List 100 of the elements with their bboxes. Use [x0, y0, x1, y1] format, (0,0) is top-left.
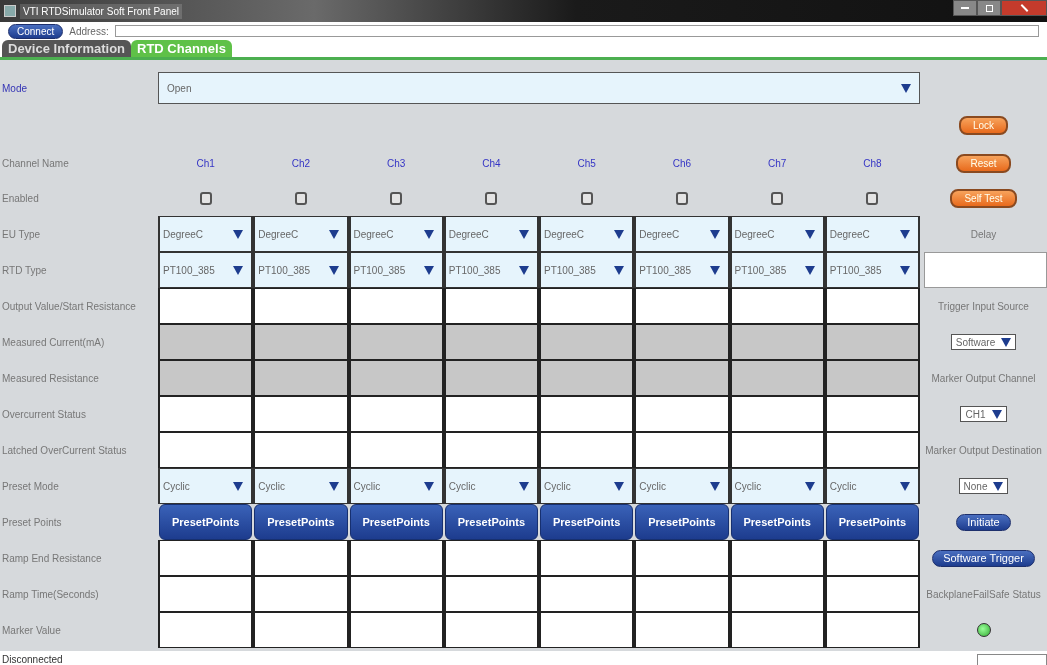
dropdown[interactable]: DegreeC — [158, 216, 254, 252]
minimize-button[interactable] — [953, 0, 977, 16]
dropdown[interactable]: DegreeC — [443, 216, 539, 252]
dropdown[interactable]: PT100_385 — [824, 252, 920, 288]
dropdown[interactable]: DegreeC — [824, 216, 920, 252]
input-field[interactable] — [729, 540, 825, 576]
input-field[interactable] — [824, 612, 920, 648]
dropdown[interactable]: Cyclic — [634, 468, 730, 504]
action-button[interactable]: Software Trigger — [932, 549, 1035, 567]
tab[interactable]: Device Information — [2, 40, 132, 57]
input-field[interactable] — [539, 576, 635, 612]
input-field[interactable] — [539, 288, 635, 324]
input-field[interactable] — [443, 576, 539, 612]
dropdown[interactable]: None — [958, 478, 1009, 494]
preset-points-button[interactable]: PresetPoints — [825, 504, 919, 540]
input-field[interactable] — [539, 540, 635, 576]
dropdown[interactable]: PT100_385 — [348, 252, 444, 288]
input-field[interactable] — [634, 576, 730, 612]
input-field[interactable] — [443, 288, 539, 324]
dropdown[interactable]: Cyclic — [253, 468, 349, 504]
input-field[interactable] — [634, 396, 730, 432]
input-field[interactable] — [729, 612, 825, 648]
dropdown[interactable]: Software — [950, 334, 1017, 350]
dropdown[interactable]: PT100_385 — [443, 252, 539, 288]
input-field[interactable] — [634, 432, 730, 468]
input-field[interactable] — [824, 576, 920, 612]
address-field[interactable] — [114, 25, 1039, 37]
dropdown[interactable]: PT100_385 — [253, 252, 349, 288]
input-field[interactable] — [348, 612, 444, 648]
input-field[interactable] — [824, 396, 920, 432]
dropdown[interactable]: CH1 — [960, 406, 1007, 422]
dropdown[interactable]: Cyclic — [729, 468, 825, 504]
dropdown[interactable]: Cyclic — [443, 468, 539, 504]
input-field[interactable] — [539, 432, 635, 468]
input-field[interactable] — [924, 252, 1047, 288]
dropdown[interactable]: Cyclic — [348, 468, 444, 504]
input-field[interactable] — [634, 288, 730, 324]
dropdown[interactable]: PT100_385 — [539, 252, 635, 288]
input-field[interactable] — [158, 288, 254, 324]
preset-points-button[interactable]: PresetPoints — [349, 504, 443, 540]
mode-dropdown[interactable]: Open — [158, 72, 920, 104]
input-field[interactable] — [443, 432, 539, 468]
input-field[interactable] — [348, 288, 444, 324]
dropdown[interactable]: DegreeC — [634, 216, 730, 252]
preset-points-button[interactable]: PresetPoints — [254, 504, 348, 540]
preset-points-button[interactable]: PresetPoints — [730, 504, 824, 540]
input-field[interactable] — [158, 540, 254, 576]
action-button[interactable]: Initiate — [956, 513, 1011, 531]
maximize-button[interactable] — [977, 0, 1001, 16]
checkbox[interactable] — [771, 192, 784, 205]
input-field[interactable] — [348, 432, 444, 468]
preset-points-button[interactable]: PresetPoints — [159, 504, 253, 540]
input-field[interactable] — [158, 432, 254, 468]
dropdown[interactable]: Cyclic — [539, 468, 635, 504]
input-field[interactable] — [253, 396, 349, 432]
input-field[interactable] — [824, 432, 920, 468]
checkbox[interactable] — [390, 192, 403, 205]
input-field[interactable] — [634, 612, 730, 648]
input-field[interactable] — [824, 540, 920, 576]
input-field[interactable] — [158, 576, 254, 612]
input-field[interactable] — [729, 576, 825, 612]
preset-points-button[interactable]: PresetPoints — [444, 504, 538, 540]
input-field[interactable] — [348, 576, 444, 612]
input-field[interactable] — [539, 396, 635, 432]
input-field[interactable] — [729, 396, 825, 432]
dropdown[interactable]: DegreeC — [729, 216, 825, 252]
input-field[interactable] — [158, 396, 254, 432]
checkbox[interactable] — [580, 192, 593, 205]
dropdown[interactable]: PT100_385 — [158, 252, 254, 288]
input-field[interactable] — [253, 540, 349, 576]
dropdown[interactable]: Cyclic — [158, 468, 254, 504]
close-button[interactable] — [1001, 0, 1047, 16]
dropdown[interactable]: DegreeC — [348, 216, 444, 252]
dropdown[interactable]: DegreeC — [539, 216, 635, 252]
input-field[interactable] — [253, 576, 349, 612]
dropdown[interactable]: PT100_385 — [634, 252, 730, 288]
input-field[interactable] — [158, 612, 254, 648]
input-field[interactable] — [443, 396, 539, 432]
preset-points-button[interactable]: PresetPoints — [635, 504, 729, 540]
dropdown[interactable]: DegreeC — [253, 216, 349, 252]
input-field[interactable] — [539, 612, 635, 648]
checkbox[interactable] — [675, 192, 688, 205]
input-field[interactable] — [729, 432, 825, 468]
input-field[interactable] — [443, 612, 539, 648]
input-field[interactable] — [348, 540, 444, 576]
dropdown[interactable]: PT100_385 — [729, 252, 825, 288]
dropdown[interactable]: Cyclic — [824, 468, 920, 504]
input-field[interactable] — [253, 612, 349, 648]
checkbox[interactable] — [485, 192, 498, 205]
input-field[interactable] — [729, 288, 825, 324]
input-field[interactable] — [634, 540, 730, 576]
input-field[interactable] — [253, 288, 349, 324]
connect-button[interactable]: Connect — [8, 23, 64, 39]
input-field[interactable] — [348, 396, 444, 432]
input-field[interactable] — [443, 540, 539, 576]
input-field[interactable] — [824, 288, 920, 324]
checkbox[interactable] — [866, 192, 879, 205]
checkbox[interactable] — [199, 192, 212, 205]
checkbox[interactable] — [294, 192, 307, 205]
preset-points-button[interactable]: PresetPoints — [540, 504, 634, 540]
